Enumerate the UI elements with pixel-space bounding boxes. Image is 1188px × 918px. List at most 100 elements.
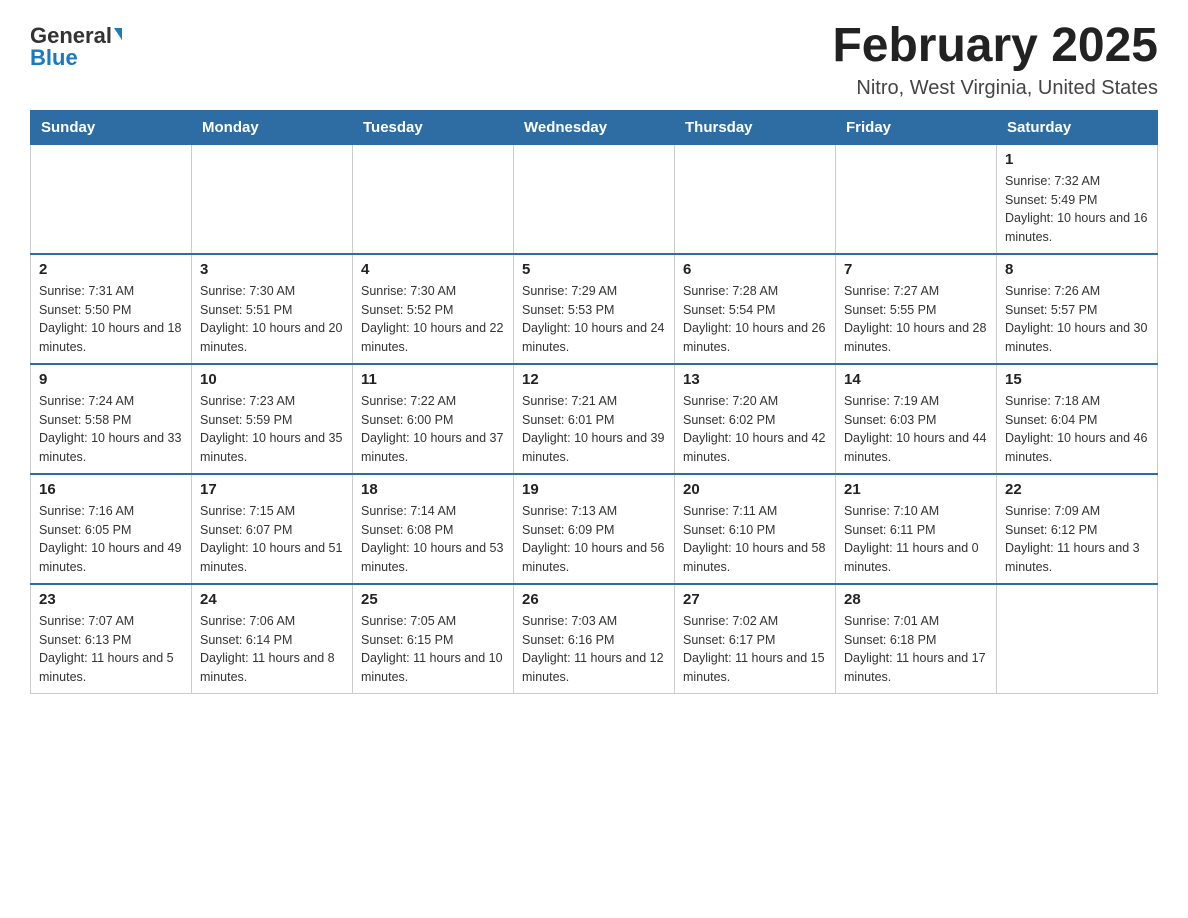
calendar-day-cell: 4 Sunrise: 7:30 AMSunset: 5:52 PMDaylight… (353, 254, 514, 364)
calendar-day-cell: 21Sunrise: 7:10 AMSunset: 6:11 PMDayligh… (836, 474, 997, 584)
day-number: 10 (200, 371, 344, 388)
calendar-day-cell: 12Sunrise: 7:21 AMSunset: 6:01 PMDayligh… (514, 364, 675, 474)
calendar-day-cell: 6Sunrise: 7:28 AMSunset: 5:54 PMDaylight… (675, 254, 836, 364)
day-info: Sunrise: 7:15 AMSunset: 6:07 PMDaylight:… (200, 502, 344, 577)
calendar-day-cell: 7 Sunrise: 7:27 AMSunset: 5:55 PMDaylight… (836, 254, 997, 364)
day-info: Sunrise: 7:29 AMSunset: 5:53 PMDaylight:… (522, 282, 666, 357)
calendar-header-row: SundayMondayTuesdayWednesdayThursdayFrid… (31, 110, 1158, 144)
calendar-header-saturday: Saturday (997, 110, 1158, 144)
day-info: Sunrise: 7:28 AMSunset: 5:54 PMDaylight:… (683, 282, 827, 357)
day-info: Sunrise: 7:24 AMSunset: 5:58 PMDaylight:… (39, 392, 183, 467)
day-number: 26 (522, 591, 666, 608)
day-number: 8 (1005, 261, 1149, 278)
day-number: 14 (844, 371, 988, 388)
title-block: February 2025 Nitro, West Virginia, Unit… (832, 20, 1158, 100)
day-info: Sunrise: 7:26 AMSunset: 5:57 PMDaylight:… (1005, 282, 1149, 357)
calendar-table: SundayMondayTuesdayWednesdayThursdayFrid… (30, 110, 1158, 694)
day-number: 1 (1005, 151, 1149, 168)
calendar-day-cell: 19 Sunrise: 7:13 AMSunset: 6:09 PMDayligh… (514, 474, 675, 584)
day-number: 28 (844, 591, 988, 608)
day-info: Sunrise: 7:16 AMSunset: 6:05 PMDaylight:… (39, 502, 183, 577)
calendar-day-cell: 24 Sunrise: 7:06 AMSunset: 6:14 PMDayligh… (192, 584, 353, 694)
calendar-day-cell: 9 Sunrise: 7:24 AMSunset: 5:58 PMDaylight… (31, 364, 192, 474)
day-number: 24 (200, 591, 344, 608)
calendar-week-row: 9 Sunrise: 7:24 AMSunset: 5:58 PMDaylight… (31, 364, 1158, 474)
day-number: 12 (522, 371, 666, 388)
day-number: 19 (522, 481, 666, 498)
calendar-week-row: 1 Sunrise: 7:32 AMSunset: 5:49 PMDaylight… (31, 144, 1158, 254)
logo-blue: Blue (30, 47, 78, 69)
day-info: Sunrise: 7:20 AMSunset: 6:02 PMDaylight:… (683, 392, 827, 467)
day-info: Sunrise: 7:03 AMSunset: 6:16 PMDaylight:… (522, 612, 666, 687)
day-info: Sunrise: 7:14 AMSunset: 6:08 PMDaylight:… (361, 502, 505, 577)
page-subtitle: Nitro, West Virginia, United States (832, 77, 1158, 100)
calendar-day-cell: 10 Sunrise: 7:23 AMSunset: 5:59 PMDayligh… (192, 364, 353, 474)
day-number: 25 (361, 591, 505, 608)
logo-triangle-icon (114, 28, 122, 40)
calendar-header-tuesday: Tuesday (353, 110, 514, 144)
day-info: Sunrise: 7:13 AMSunset: 6:09 PMDaylight:… (522, 502, 666, 577)
day-info: Sunrise: 7:05 AMSunset: 6:15 PMDaylight:… (361, 612, 505, 687)
day-number: 22 (1005, 481, 1149, 498)
day-info: Sunrise: 7:09 AMSunset: 6:12 PMDaylight:… (1005, 502, 1149, 577)
day-info: Sunrise: 7:30 AMSunset: 5:51 PMDaylight:… (200, 282, 344, 357)
calendar-header-monday: Monday (192, 110, 353, 144)
calendar-day-cell: 25 Sunrise: 7:05 AMSunset: 6:15 PMDayligh… (353, 584, 514, 694)
day-number: 11 (361, 371, 505, 388)
calendar-day-cell: 18 Sunrise: 7:14 AMSunset: 6:08 PMDayligh… (353, 474, 514, 584)
day-number: 7 (844, 261, 988, 278)
calendar-day-cell: 11 Sunrise: 7:22 AMSunset: 6:00 PMDayligh… (353, 364, 514, 474)
calendar-day-cell (353, 144, 514, 254)
calendar-header-sunday: Sunday (31, 110, 192, 144)
calendar-day-cell: 16Sunrise: 7:16 AMSunset: 6:05 PMDayligh… (31, 474, 192, 584)
day-number: 5 (522, 261, 666, 278)
day-number: 3 (200, 261, 344, 278)
calendar-day-cell: 3 Sunrise: 7:30 AMSunset: 5:51 PMDaylight… (192, 254, 353, 364)
day-info: Sunrise: 7:30 AMSunset: 5:52 PMDaylight:… (361, 282, 505, 357)
day-number: 18 (361, 481, 505, 498)
day-number: 15 (1005, 371, 1149, 388)
calendar-day-cell: 1 Sunrise: 7:32 AMSunset: 5:49 PMDaylight… (997, 144, 1158, 254)
calendar-day-cell: 27 Sunrise: 7:02 AMSunset: 6:17 PMDayligh… (675, 584, 836, 694)
calendar-day-cell: 13 Sunrise: 7:20 AMSunset: 6:02 PMDayligh… (675, 364, 836, 474)
day-info: Sunrise: 7:07 AMSunset: 6:13 PMDaylight:… (39, 612, 183, 687)
calendar-day-cell: 28 Sunrise: 7:01 AMSunset: 6:18 PMDayligh… (836, 584, 997, 694)
day-number: 13 (683, 371, 827, 388)
calendar-header-wednesday: Wednesday (514, 110, 675, 144)
day-info: Sunrise: 7:32 AMSunset: 5:49 PMDaylight:… (1005, 172, 1149, 247)
calendar-day-cell (514, 144, 675, 254)
calendar-day-cell: 23 Sunrise: 7:07 AMSunset: 6:13 PMDayligh… (31, 584, 192, 694)
day-info: Sunrise: 7:06 AMSunset: 6:14 PMDaylight:… (200, 612, 344, 687)
calendar-day-cell (192, 144, 353, 254)
page-header: General Blue February 2025 Nitro, West V… (30, 20, 1158, 100)
day-number: 17 (200, 481, 344, 498)
calendar-day-cell: 22 Sunrise: 7:09 AMSunset: 6:12 PMDayligh… (997, 474, 1158, 584)
calendar-day-cell: 26 Sunrise: 7:03 AMSunset: 6:16 PMDayligh… (514, 584, 675, 694)
calendar-day-cell (675, 144, 836, 254)
calendar-day-cell: 8 Sunrise: 7:26 AMSunset: 5:57 PMDaylight… (997, 254, 1158, 364)
calendar-day-cell (31, 144, 192, 254)
day-info: Sunrise: 7:27 AMSunset: 5:55 PMDaylight:… (844, 282, 988, 357)
calendar-week-row: 23 Sunrise: 7:07 AMSunset: 6:13 PMDayligh… (31, 584, 1158, 694)
day-info: Sunrise: 7:22 AMSunset: 6:00 PMDaylight:… (361, 392, 505, 467)
calendar-day-cell: 17 Sunrise: 7:15 AMSunset: 6:07 PMDayligh… (192, 474, 353, 584)
calendar-day-cell: 14 Sunrise: 7:19 AMSunset: 6:03 PMDayligh… (836, 364, 997, 474)
day-info: Sunrise: 7:02 AMSunset: 6:17 PMDaylight:… (683, 612, 827, 687)
day-number: 2 (39, 261, 183, 278)
day-number: 23 (39, 591, 183, 608)
day-info: Sunrise: 7:01 AMSunset: 6:18 PMDaylight:… (844, 612, 988, 687)
calendar-day-cell (997, 584, 1158, 694)
day-info: Sunrise: 7:23 AMSunset: 5:59 PMDaylight:… (200, 392, 344, 467)
day-number: 4 (361, 261, 505, 278)
calendar-week-row: 16Sunrise: 7:16 AMSunset: 6:05 PMDayligh… (31, 474, 1158, 584)
day-info: Sunrise: 7:18 AMSunset: 6:04 PMDaylight:… (1005, 392, 1149, 467)
calendar-day-cell: 2Sunrise: 7:31 AMSunset: 5:50 PMDaylight… (31, 254, 192, 364)
day-number: 27 (683, 591, 827, 608)
calendar-day-cell (836, 144, 997, 254)
day-info: Sunrise: 7:10 AMSunset: 6:11 PMDaylight:… (844, 502, 988, 577)
calendar-day-cell: 5 Sunrise: 7:29 AMSunset: 5:53 PMDaylight… (514, 254, 675, 364)
calendar-day-cell: 15 Sunrise: 7:18 AMSunset: 6:04 PMDayligh… (997, 364, 1158, 474)
day-info: Sunrise: 7:19 AMSunset: 6:03 PMDaylight:… (844, 392, 988, 467)
day-number: 9 (39, 371, 183, 388)
calendar-day-cell: 20Sunrise: 7:11 AMSunset: 6:10 PMDayligh… (675, 474, 836, 584)
